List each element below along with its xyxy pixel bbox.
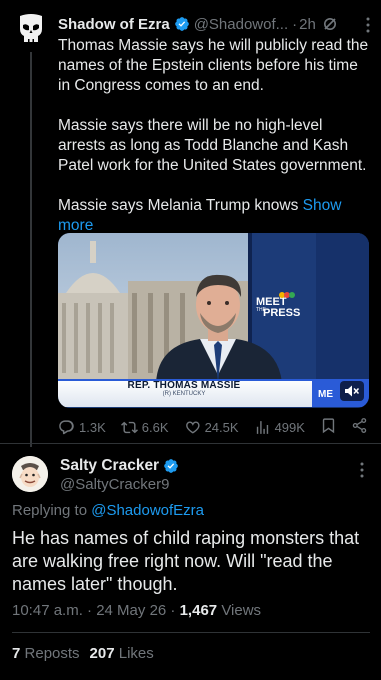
reply-author-handle[interactable]: @SaltyCracker9 [60,476,169,493]
likes-stat[interactable]: 207 Likes [90,645,154,662]
post-paragraph: Massie says there will be no high-level … [58,117,367,174]
views-count: 499K [274,419,305,435]
share-button[interactable] [351,417,368,437]
reply-count: 1.3K [79,419,106,435]
likes-count: 207 [89,645,115,662]
reply-button[interactable]: 1.3K [58,419,106,436]
watermark-line3: PRESS [263,307,300,319]
post-paragraph: Thomas Massie says he will publicly read… [58,37,369,94]
punisher-skull-avatar[interactable] [14,12,48,46]
post-text: Thomas Massie says he will publicly read… [58,36,374,236]
repost-button[interactable]: 6.6K [120,419,169,436]
reply-author-avatar[interactable] [12,456,48,492]
reposts-stat[interactable]: 7 Reposts [12,645,80,662]
post-paragraph-last: Massie says Melania Trump knows Show mor… [58,196,374,236]
views-chart-icon [256,420,268,434]
replying-to: Replying to @ShadowofEzra [12,502,204,519]
verified-badge-icon [164,459,178,473]
verified-badge-icon [174,17,189,31]
chyron-name: REP. THOMAS MASSIE [127,380,241,391]
reply-meta: 10:47 a.m. · 24 May 26 · 1,467 Views [12,602,261,619]
more-options-icon[interactable] [353,461,371,479]
bookmark-button[interactable] [320,417,337,437]
reply-timestamp[interactable]: 10:47 a.m. · 24 May 26 · [12,602,175,619]
replying-mention-link[interactable]: @ShadowofEzra [91,502,204,519]
reposts-label: Reposts [24,645,80,662]
reply-views-label: Views [221,602,262,619]
post-paragraph-text: Massie says Melania Trump knows [58,197,299,214]
video-thumbnail[interactable]: MEET THE PRESS ME REP. THOMAS MASSIE (R)… [58,233,369,408]
reposts-count: 7 [12,645,21,662]
like-count: 24.5K [204,419,239,435]
mute-button[interactable] [340,381,364,401]
corner-mark: ME [318,389,333,400]
author-name[interactable]: Shadow of Ezra [58,16,170,33]
likes-label: Likes [118,645,154,662]
author-handle[interactable]: @Shadowof... [194,16,288,33]
cartoon-face-avatar [12,456,48,492]
chyron-subtitle: (R) KENTUCKY [162,391,206,397]
replying-prefix: Replying to [12,502,88,519]
parent-post-header: Shadow of Ezra @Shadowof... · 2h [58,14,373,34]
views-button[interactable]: 499K [254,419,305,436]
separator-dot: · [292,15,298,33]
bookmark-icon [322,418,335,434]
repost-count: 6.6K [141,419,169,435]
action-icons-right [320,417,368,437]
post-time[interactable]: 2h [299,16,316,33]
reply-text: He has names of child raping monsters th… [12,528,360,594]
heart-icon [185,420,200,434]
repost-icon [120,421,138,433]
speaker-muted-icon [345,385,360,397]
like-button[interactable]: 24.5K [184,419,239,436]
grok-icon[interactable] [322,16,338,32]
divider [0,443,381,444]
divider [12,632,370,633]
more-options-icon[interactable] [359,16,377,34]
engagement-stats: 7 Reposts 207 Likes [12,645,154,662]
action-bar: 1.3K 6.6K 24.5K 499K [58,416,368,438]
reply-author-row: Salty Cracker [60,456,179,476]
reply-icon [59,419,74,434]
reply-views-count: 1,467 [179,602,218,619]
reply-author-name[interactable]: Salty Cracker [60,457,159,475]
thread-line [30,52,32,447]
share-icon [352,418,367,433]
